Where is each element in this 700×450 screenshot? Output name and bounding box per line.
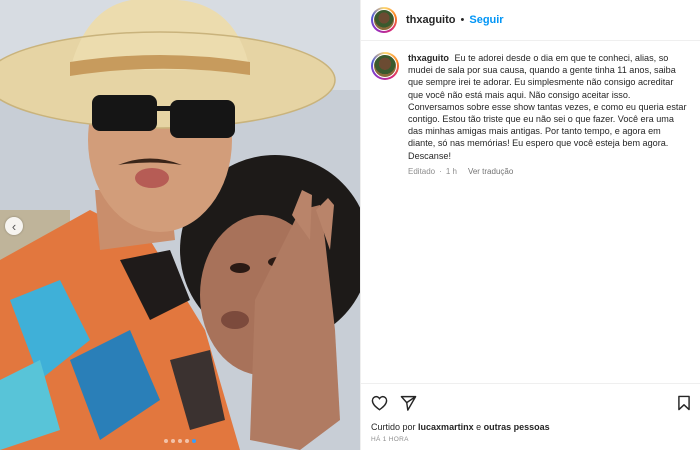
caption-body: thxaguito Eu te adorei desde o dia em qu… — [408, 52, 688, 176]
caption: thxaguito Eu te adorei desde o dia em qu… — [361, 41, 700, 176]
likes-prefix: Curtido por — [371, 422, 416, 432]
likes-conj: e — [476, 422, 482, 432]
header-separator: • — [460, 14, 465, 26]
carousel-prev-button[interactable]: ‹ — [5, 217, 23, 235]
carousel-dot — [164, 439, 168, 443]
caption-meta: Editado · 1 h Ver tradução — [408, 167, 688, 176]
bookmark-icon[interactable] — [677, 395, 691, 411]
heart-icon[interactable] — [371, 395, 388, 411]
likes-line: Curtido por lucaxmartinx e outras pessoa… — [371, 422, 550, 432]
post-timestamp: HÁ 1 HORA — [371, 436, 409, 443]
follow-button[interactable]: Seguir — [469, 14, 503, 26]
post-header: thxaguito • Seguir — [361, 0, 700, 41]
author-username[interactable]: thxaguito — [406, 14, 456, 26]
carousel-dot — [178, 439, 182, 443]
liker-username[interactable]: lucaxmartinx — [418, 422, 474, 432]
photo-illustration — [0, 0, 360, 450]
see-translation-button[interactable]: Ver tradução — [468, 167, 513, 176]
caption-text: thxaguito Eu te adorei desde o dia em qu… — [408, 52, 688, 162]
meta-dot: · — [439, 166, 442, 176]
post-photo: ‹ — [0, 0, 360, 450]
carousel-dot-active — [192, 439, 196, 443]
carousel-dot — [185, 439, 189, 443]
paper-plane-icon[interactable] — [400, 395, 417, 411]
carousel-dots — [0, 439, 360, 443]
action-bar — [361, 383, 700, 421]
post-side-panel: thxaguito • Seguir thxaguito Eu te adore… — [360, 0, 700, 450]
post-age: 1 h — [445, 166, 457, 176]
avatar[interactable] — [371, 7, 397, 33]
caption-avatar[interactable] — [371, 52, 399, 80]
caption-content: Eu te adorei desde o dia em que te conhe… — [408, 53, 687, 161]
others-link[interactable]: outras pessoas — [484, 422, 550, 432]
caption-username[interactable]: thxaguito — [408, 53, 449, 63]
chevron-left-icon: ‹ — [11, 218, 17, 234]
edited-label: Editado — [408, 166, 436, 176]
carousel-dot — [171, 439, 175, 443]
